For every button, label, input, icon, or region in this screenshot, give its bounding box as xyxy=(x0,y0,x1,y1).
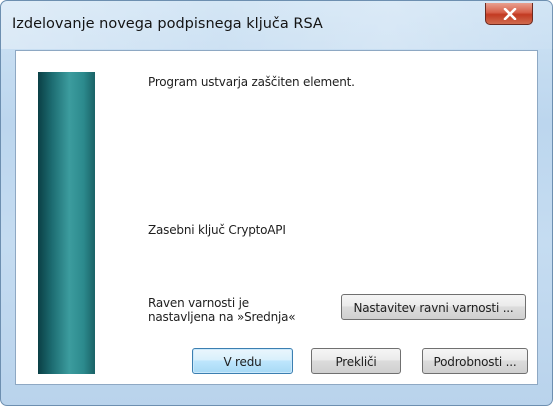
set-security-level-button[interactable]: Nastavitev ravni varnosti ... xyxy=(341,294,526,320)
dialog-window: Izdelovanje novega podpisnega ključa RSA… xyxy=(0,0,554,406)
close-button[interactable] xyxy=(485,3,533,25)
key-name-label: Zasebni ključ CryptoAPI xyxy=(148,223,286,237)
cancel-button[interactable]: Prekliči xyxy=(311,348,401,374)
close-icon xyxy=(503,8,517,20)
window-title: Izdelovanje novega podpisnega ključa RSA xyxy=(12,16,323,32)
status-text: Program ustvarja zaščiten element. xyxy=(148,75,355,89)
title-bar[interactable]: Izdelovanje novega podpisnega ključa RSA xyxy=(1,1,554,49)
side-banner xyxy=(38,72,95,374)
security-level-text-line1: Raven varnosti je xyxy=(148,296,249,310)
ok-button[interactable]: V redu xyxy=(192,348,293,374)
details-button[interactable]: Podrobnosti ... xyxy=(422,348,528,374)
security-level-text-line2: nastavljena na »Srednja« xyxy=(148,310,296,324)
dialog-content: Program ustvarja zaščiten element. Zaseb… xyxy=(15,50,538,385)
